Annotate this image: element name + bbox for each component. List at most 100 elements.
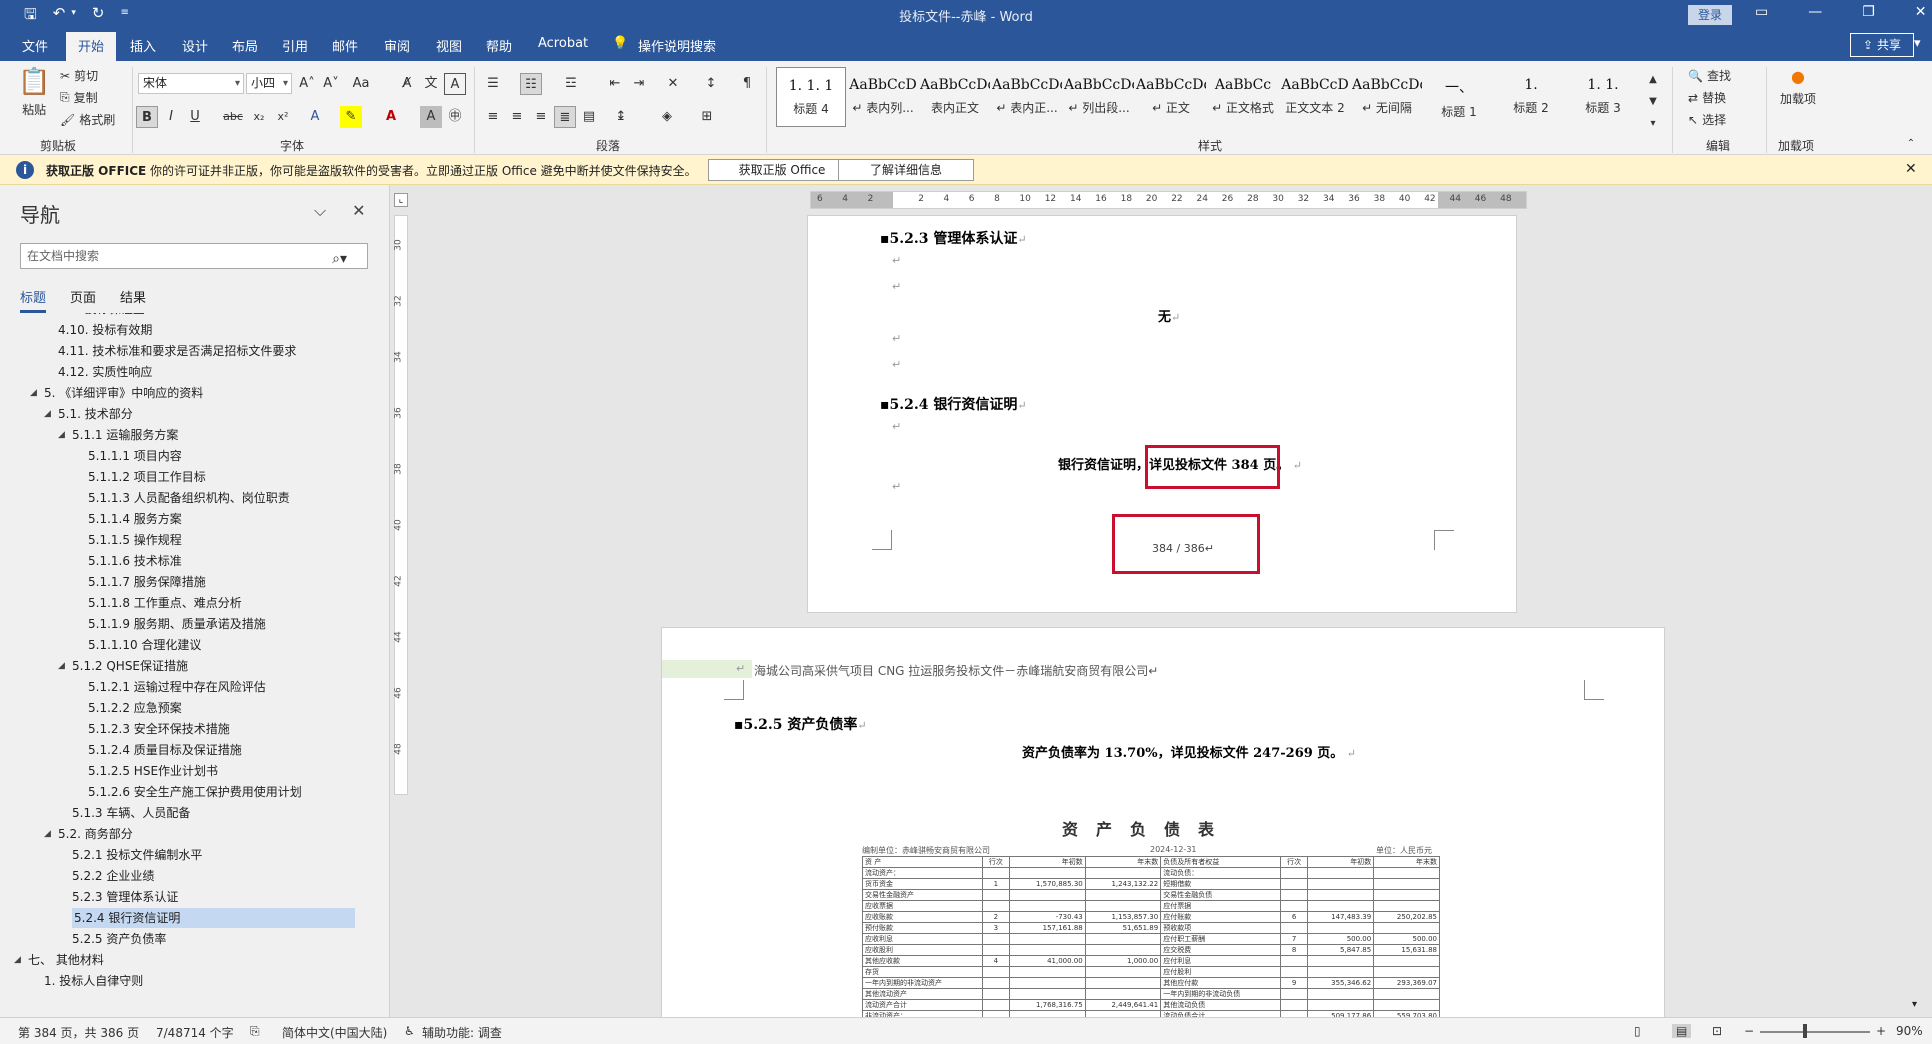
customize-icon[interactable]: ≡	[120, 7, 128, 29]
accessibility-status[interactable]: 辅助功能: 调查	[422, 1024, 502, 1041]
minimize-icon[interactable]: —	[1808, 4, 1822, 20]
style-item[interactable]: AaBbCcD 正文文本 2	[1280, 67, 1350, 127]
style-item[interactable]: AaBbCcDdI ↵ 正文	[1136, 67, 1206, 127]
nav-heading-item[interactable]: 5.2.2 企业业绩	[72, 866, 154, 886]
nav-heading-item[interactable]: 5.2.4 银行资信证明	[72, 908, 355, 928]
collapse-triangle-icon[interactable]: ◢	[44, 409, 51, 419]
nav-heading-item[interactable]: 5. 《详细评审》中响应的资料	[44, 383, 203, 403]
nav-heading-item[interactable]: 5.1.2.3 安全环保技术措施	[88, 719, 230, 739]
nav-heading-item[interactable]: 5.1.1.1 项目内容	[88, 446, 182, 466]
nav-heading-item[interactable]: 5.1.1.2 项目工作目标	[88, 467, 206, 487]
align-left-icon[interactable]: ≡	[482, 106, 504, 128]
web-layout-icon[interactable]: ⊡	[1712, 1024, 1722, 1038]
collapse-triangle-icon[interactable]: ◢	[58, 430, 65, 440]
nav-heading-item[interactable]: 5.1.1.8 工作重点、难点分析	[88, 593, 242, 613]
collapse-ribbon-icon[interactable]: ⌃	[1900, 133, 1922, 155]
style-item[interactable]: 1. 1. 1 标题 4	[776, 67, 846, 127]
close-icon[interactable]: ✕	[1905, 161, 1917, 177]
nav-tab-results[interactable]: 结果	[120, 287, 146, 313]
char-border-icon[interactable]: A	[444, 73, 466, 95]
heading-5-2-4[interactable]: ▪5.2.4 银行资信证明↵	[880, 394, 1027, 414]
redo-icon[interactable]: ↻	[92, 4, 105, 29]
highlight-icon[interactable]: ✎	[340, 106, 362, 128]
expand-ribbon-icon[interactable]: ▾	[1914, 36, 1921, 51]
page-header-text[interactable]: 海城公司高采供气项目 CNG 拉运服务投标文件－赤峰瑞航安商贸有限公司↵	[754, 662, 1158, 679]
collapse-triangle-icon[interactable]: ◢	[14, 955, 21, 965]
bold-icon[interactable]: B	[136, 106, 158, 128]
zoom-out-icon[interactable]: −	[1744, 1024, 1754, 1038]
grow-font-icon[interactable]: A˄	[296, 73, 318, 95]
font-name-combo[interactable]: 宋体	[138, 73, 244, 94]
font-size-combo[interactable]: 小四	[246, 73, 292, 94]
nav-tab-headings[interactable]: 标题	[20, 287, 47, 313]
zoom-slider[interactable]	[1760, 1031, 1870, 1033]
heading-5-2-5[interactable]: ▪5.2.5 资产负债率↵	[734, 714, 867, 734]
tab-help[interactable]: 帮助	[486, 36, 512, 55]
char-shading-icon[interactable]: A	[420, 106, 442, 128]
styles-more-icon[interactable]: ▾	[1642, 113, 1664, 135]
strikethrough-icon[interactable]: abc	[222, 106, 244, 128]
nav-heading-item[interactable]: 5.1.1.6 技术标准	[88, 551, 182, 571]
close-icon[interactable]: ✕	[1915, 4, 1927, 20]
clear-format-icon[interactable]: A̸	[396, 73, 418, 95]
paste-button[interactable]: 📋 粘贴	[18, 67, 50, 118]
increase-indent-icon[interactable]: ⇥	[628, 73, 650, 95]
multilevel-icon[interactable]: ☲	[560, 73, 582, 95]
decrease-indent-icon[interactable]: ⇤	[604, 73, 626, 95]
numbering-icon[interactable]: ☷	[520, 73, 542, 95]
style-item[interactable]: AaBbCcD ↵ 表内列...	[848, 67, 918, 127]
tab-layout[interactable]: 布局	[232, 36, 258, 55]
style-item[interactable]: AaBbCcDc ↵ 列出段...	[1064, 67, 1134, 127]
page-count[interactable]: 第 384 页，共 386 页	[18, 1024, 139, 1041]
style-item[interactable]: 1. 标题 2	[1496, 67, 1566, 127]
nav-heading-item[interactable]: 5.1.1.7 服务保障措施	[88, 572, 206, 592]
tab-review[interactable]: 审阅	[384, 36, 410, 55]
align-center-icon[interactable]: ≡	[506, 106, 528, 128]
nav-heading-item[interactable]: 5.1.1.9 服务期、质量承诺及措施	[88, 614, 266, 634]
nav-heading-item[interactable]: 4.10. 投标有效期	[58, 320, 152, 340]
nav-heading-item[interactable]: 5.2.1 投标文件编制水平	[72, 845, 202, 865]
superscript-icon[interactable]: x²	[272, 106, 294, 128]
underline-icon[interactable]: U	[184, 106, 206, 128]
bullets-icon[interactable]: ☰	[482, 73, 504, 95]
dropdown-icon[interactable]: ▾	[71, 8, 76, 29]
styles-scroll-up-icon[interactable]: ▲	[1642, 69, 1664, 91]
nav-heading-item[interactable]: 5.1.2.4 质量目标及保证措施	[88, 740, 242, 760]
enclose-char-icon[interactable]: ㊥	[444, 106, 466, 128]
text-effects-icon[interactable]: A	[304, 106, 326, 128]
nav-heading-item[interactable]: 5.2.3 管理体系认证	[72, 887, 178, 907]
tab-references[interactable]: 引用	[282, 36, 308, 55]
print-layout-icon[interactable]: ▤	[1672, 1024, 1692, 1038]
nav-heading-item[interactable]: 七、 其他材料	[28, 950, 104, 970]
tab-home[interactable]: 开始	[66, 32, 117, 61]
style-item[interactable]: AaBbCcDdI 表内正文	[920, 67, 990, 127]
align-right-icon[interactable]: ≡	[530, 106, 552, 128]
ribbon-display-icon[interactable]: ▭	[1755, 4, 1768, 20]
scroll-down-icon[interactable]: ▾	[1912, 999, 1917, 1010]
nav-heading-item[interactable]: 5.1.1.4 服务方案	[88, 509, 182, 529]
nav-heading-item[interactable]: 1. 投标人自律守则	[44, 971, 143, 991]
nav-heading-item[interactable]: 5.1.3 车辆、人员配备	[72, 803, 190, 823]
nav-heading-item[interactable]: 5.1. 技术部分	[58, 404, 133, 424]
collapse-triangle-icon[interactable]: ◢	[30, 388, 37, 398]
change-case-icon[interactable]: Aa	[350, 73, 372, 95]
nav-heading-item[interactable]: 4.12. 实质性响应	[58, 362, 152, 382]
subscript-icon[interactable]: x₂	[248, 106, 270, 128]
phonetic-icon[interactable]: 文	[420, 73, 442, 95]
addins-button[interactable]: ● 加载项	[1780, 67, 1816, 107]
replace-button[interactable]: ⇄ 替换	[1688, 89, 1726, 106]
tell-me-search[interactable]: 操作说明搜索	[638, 36, 716, 55]
none-text[interactable]: 无↵	[1158, 306, 1180, 325]
nav-search-input[interactable]: 在文档中搜索 ⌕▾	[20, 243, 368, 269]
justify-icon[interactable]: ≣	[554, 106, 576, 128]
nav-heading-item[interactable]: 5.2. 商务部分	[58, 824, 133, 844]
accessibility-icon[interactable]: ♿	[404, 1024, 415, 1038]
chevron-down-icon[interactable]: ⌵	[314, 201, 326, 221]
nav-heading-item[interactable]: 5.2.5 资产负债率	[72, 929, 166, 949]
word-count[interactable]: 7/48714 个字	[156, 1024, 234, 1041]
zoom-level[interactable]: 90%	[1896, 1024, 1923, 1038]
learn-more-button[interactable]: 了解详细信息	[838, 159, 974, 181]
tab-acrobat[interactable]: Acrobat	[538, 36, 588, 51]
share-button[interactable]: ⇪ 共享	[1850, 33, 1914, 57]
heading-5-2-3[interactable]: ▪5.2.3 管理体系认证↵	[880, 228, 1027, 248]
